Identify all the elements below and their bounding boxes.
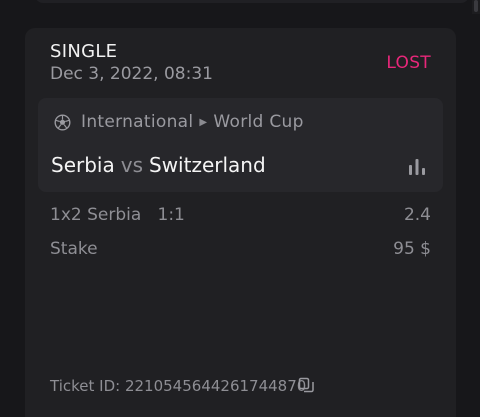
odds-value: 2.4: [403, 205, 431, 225]
chevron-right-icon: ▶: [199, 117, 208, 128]
bet-card[interactable]: SINGLE Dec 3, 2022, 08:31 LOST Internati…: [25, 28, 456, 417]
bar-chart-icon[interactable]: [408, 158, 426, 175]
status-badge: LOST: [386, 53, 431, 73]
league-breadcrumb[interactable]: International ▶ World Cup: [81, 112, 304, 132]
match-title: Serbia vs Switzerland: [51, 153, 266, 177]
stake-label: Stake: [50, 239, 98, 259]
away-team: Switzerland: [149, 153, 266, 177]
bet-date: Dec 3, 2022, 08:31: [50, 64, 213, 84]
market-label: 1x2: [50, 205, 82, 225]
home-team: Serbia: [51, 153, 115, 177]
vs-label: vs: [120, 153, 143, 177]
ticket-id-value: 2210545644261744870: [124, 377, 307, 395]
scrollbar-thumb[interactable]: [474, 0, 478, 12]
soccer-ball-icon: [54, 114, 71, 131]
scrollbar[interactable]: [472, 0, 480, 14]
selection-label: 1x2 Serbia 1:1: [50, 205, 185, 225]
copy-icon[interactable]: [298, 377, 315, 394]
score-label: 1:1: [157, 205, 185, 225]
pick-label: Serbia: [87, 205, 142, 225]
bet-type-label: SINGLE: [50, 41, 118, 62]
previous-bet-card[interactable]: [35, 0, 469, 3]
ticket-id-label: Ticket ID:: [50, 377, 121, 395]
bet-history-page: SINGLE Dec 3, 2022, 08:31 LOST Internati…: [0, 0, 480, 417]
league-country: International: [81, 112, 194, 132]
event-box[interactable]: International ▶ World Cup Serbia vs Switzerl…: [38, 98, 443, 192]
ticket-id: Ticket ID: 2210545644261744870: [50, 377, 306, 395]
league-name: World Cup: [213, 112, 304, 132]
stake-value: 95 $: [393, 239, 431, 259]
